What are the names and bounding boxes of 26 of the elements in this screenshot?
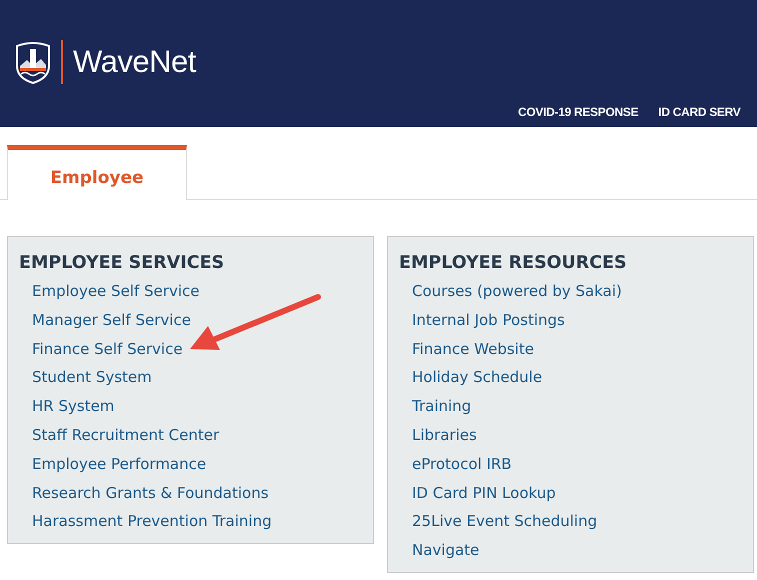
panel-link[interactable]: Staff Recruitment Center	[32, 420, 220, 450]
panel-title: EMPLOYEE RESOURCES	[399, 253, 627, 273]
panel-link[interactable]: Finance Self Service	[32, 334, 183, 364]
panel-link[interactable]: HR System	[32, 392, 114, 421]
nav-link[interactable]: COVID-19 RESPONSE	[518, 105, 638, 119]
panel-link[interactable]: Employee Self Service	[32, 277, 200, 306]
panel-link[interactable]: ID Card PIN Lookup	[412, 478, 556, 508]
panel-link[interactable]: Harassment Prevention Training	[32, 507, 272, 536]
panel-link[interactable]: Training	[412, 392, 472, 421]
panel-link[interactable]: eProtocol IRB	[412, 450, 512, 479]
tab[interactable]: Employee	[7, 145, 187, 200]
panel-link[interactable]: Finance Website	[412, 334, 534, 364]
panel-title: EMPLOYEE SERVICES	[19, 253, 224, 273]
panel-link[interactable]: Research Grants & Foundations	[32, 478, 269, 508]
logo-wordmark[interactable]: WaveNet	[73, 44, 196, 80]
panel-link[interactable]: Internal Job Postings	[412, 306, 565, 335]
panel-link[interactable]: Employee Performance	[32, 450, 206, 479]
shield-logo-icon	[15, 40, 51, 84]
panel-link[interactable]: Libraries	[412, 420, 477, 450]
panel-link[interactable]: 25Live Event Scheduling	[412, 507, 598, 536]
panel-link[interactable]: Manager Self Service	[32, 306, 191, 335]
panel-link[interactable]: Navigate	[412, 536, 480, 565]
nav-link[interactable]: ID CARD SERV	[658, 105, 740, 119]
panel-link[interactable]: Courses (powered by Sakai)	[412, 277, 622, 306]
panel-link[interactable]: Student System	[32, 363, 152, 392]
panel-link[interactable]: Holiday Schedule	[412, 363, 542, 392]
